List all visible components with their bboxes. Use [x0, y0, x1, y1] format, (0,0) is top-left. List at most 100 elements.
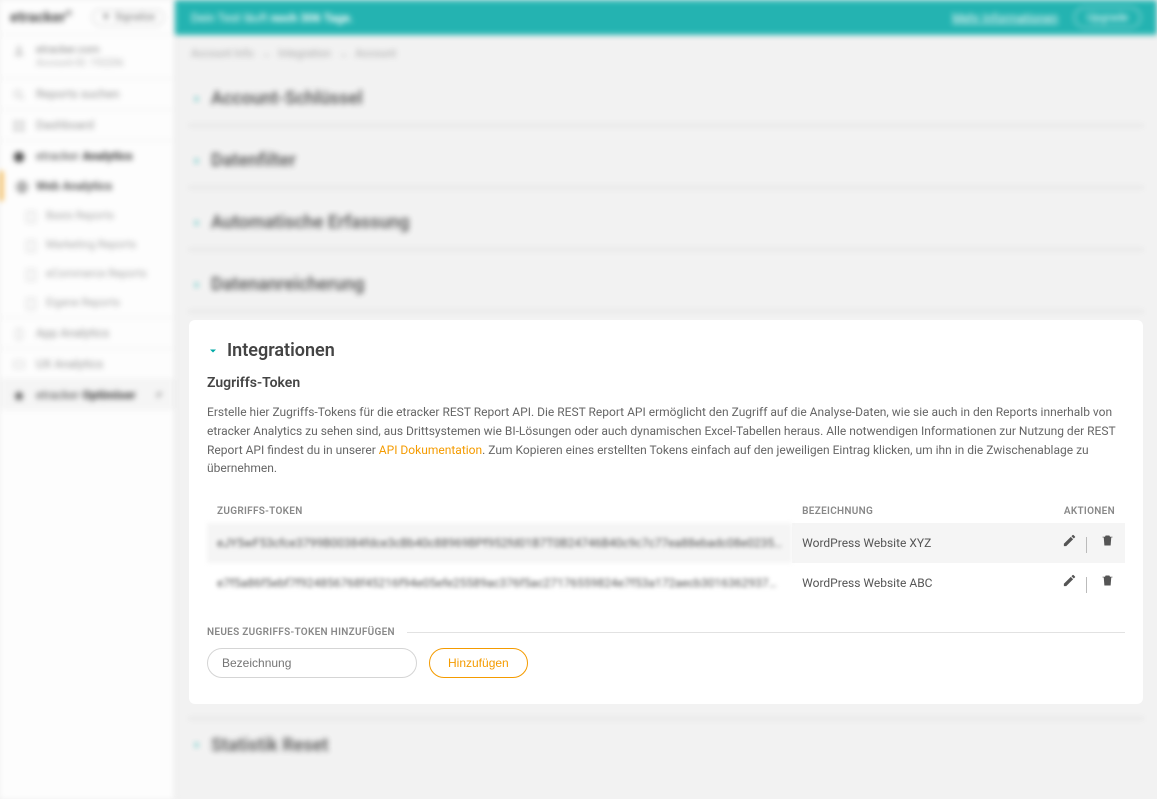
report-icon: [24, 239, 38, 253]
sidebar-label: UX Analytics: [36, 357, 103, 371]
signalize-label: Signalize: [115, 12, 155, 23]
pencil-icon: [1062, 533, 1077, 548]
delete-button[interactable]: [1100, 533, 1115, 548]
token-value[interactable]: eJY5wF53cfce3799B00384fdce3cBb40c88969BP…: [207, 523, 792, 563]
th-label: BEZEICHNUNG: [792, 500, 1035, 523]
sidebar-item-ux[interactable]: UX Analytics: [0, 348, 174, 379]
trash-icon: [1100, 533, 1115, 548]
pin-icon: [154, 390, 164, 400]
section-head-account-key[interactable]: Account-Schlüssel: [189, 72, 1143, 125]
add-button[interactable]: Hinzufügen: [429, 648, 528, 678]
search-placeholder: Reports suchen: [36, 87, 119, 101]
separator: [1086, 577, 1087, 593]
separator: [1086, 537, 1087, 553]
sidebar-label: Basis Reports: [46, 209, 114, 222]
sidebar-item-analytics[interactable]: etracker Analytics: [0, 140, 174, 171]
add-token-section: NEUES ZUGRIFFS-TOKEN HINZUFÜGEN Hinzufüg…: [207, 627, 1125, 678]
trash-icon: [1100, 573, 1115, 588]
table-row: eJY5wF53cfce3799B00384fdce3cBb40c88969BP…: [207, 523, 1125, 563]
sidebar-item-app[interactable]: App Analytics: [0, 317, 174, 348]
token-value[interactable]: e7f5a86f5ebf7f924856768f45216f94e05efe25…: [207, 563, 792, 603]
add-legend: NEUES ZUGRIFFS-TOKEN HINZUFÜGEN: [207, 627, 395, 638]
sidebar-item-web-analytics[interactable]: Web Analytics: [0, 171, 174, 201]
account-id: Account-ID: 192206: [36, 57, 164, 70]
search-icon: [12, 88, 26, 102]
search-block[interactable]: Reports suchen: [0, 78, 174, 109]
chevron-right-icon: [191, 93, 203, 105]
signalize-button[interactable]: Signalize: [92, 9, 164, 26]
brand-logo: etracker®: [10, 8, 72, 26]
subsection-title: Zugriffs-Token: [207, 375, 1125, 391]
section-title: Statistik Reset: [211, 735, 328, 756]
section-head-integrationen[interactable]: Integrationen: [207, 340, 1125, 375]
section-title: Datenanreicherung: [211, 274, 365, 295]
section-title: Account-Schlüssel: [211, 88, 363, 109]
section-head-reset[interactable]: Statistik Reset: [189, 719, 1143, 772]
sidebar-label: App Analytics: [36, 326, 109, 340]
section-title: Automatische Erfassung: [211, 212, 410, 233]
chevron-right-icon: [191, 279, 203, 291]
trial-text: Dein Test läuft noch 306 Tage.: [191, 11, 353, 25]
sidebar-item-ecommerce[interactable]: eCommerce Reports: [0, 259, 174, 288]
chevron-right-icon: [191, 155, 203, 167]
table-row: e7f5a86f5ebf7f924856768f45216f94e05efe25…: [207, 563, 1125, 603]
ux-icon: [12, 358, 26, 372]
section-head-auto[interactable]: Automatische Erfassung: [189, 196, 1143, 249]
mobile-icon: [12, 327, 26, 341]
dashboard-icon: [12, 119, 26, 133]
add-label-input[interactable]: [207, 648, 417, 678]
chevron-right-icon: [191, 217, 203, 229]
pencil-icon: [1062, 573, 1077, 588]
sidebar: etracker® Signalize etracker.com Account…: [0, 0, 175, 799]
sidebar-item-dashboard[interactable]: Dashboard: [0, 109, 174, 140]
signalize-icon: [101, 12, 111, 22]
optimiser-icon: [12, 389, 26, 403]
chevron-down-icon: [207, 345, 219, 357]
analytics-icon: [12, 150, 26, 164]
sidebar-item-marketing[interactable]: Marketing Reports: [0, 230, 174, 259]
section-reset: Statistik Reset: [189, 718, 1143, 772]
section-head-enrich[interactable]: Datenanreicherung: [189, 258, 1143, 311]
section-title: Datenfilter: [211, 150, 296, 171]
crumb-account[interactable]: Account: [355, 47, 396, 60]
upgrade-button[interactable]: Upgrade: [1074, 7, 1141, 28]
sidebar-label: Dashboard: [36, 118, 94, 132]
section-head-datafilter[interactable]: Datenfilter: [189, 134, 1143, 187]
section-integrationen: Integrationen Zugriffs-Token Erstelle hi…: [189, 320, 1143, 703]
section-enrich: Datenanreicherung: [189, 258, 1143, 312]
account-name: etracker.com: [36, 43, 164, 57]
sidebar-item-optimiser[interactable]: etracker Optimiser: [0, 379, 174, 410]
token-label: WordPress Website XYZ: [792, 523, 1035, 563]
api-doc-link[interactable]: API Dokumentation: [379, 443, 482, 457]
sidebar-label: Web Analytics: [36, 179, 112, 193]
edit-button[interactable]: [1062, 533, 1077, 548]
sidebar-label: Eigene Reports: [46, 296, 120, 309]
th-actions: AKTIONEN: [1035, 500, 1125, 523]
sidebar-label: Marketing Reports: [46, 238, 136, 251]
breadcrumb: Account Info → Integration → Account: [175, 35, 1157, 72]
description-text: Erstelle hier Zugriffs-Tokens für die et…: [207, 403, 1125, 477]
sidebar-label: eCommerce Reports: [46, 267, 147, 280]
token-table: ZUGRIFFS-TOKEN BEZEICHNUNG AKTIONEN eJY5…: [207, 500, 1125, 603]
section-title: Integrationen: [227, 340, 335, 361]
section-datafilter: Datenfilter: [189, 134, 1143, 188]
more-info-link[interactable]: Mehr Informationen: [952, 11, 1058, 25]
delete-button[interactable]: [1100, 573, 1115, 588]
globe-icon: [15, 180, 29, 194]
th-token: ZUGRIFFS-TOKEN: [207, 500, 792, 523]
account-block[interactable]: etracker.com Account-ID: 192206: [0, 35, 174, 78]
report-icon: [24, 297, 38, 311]
sidebar-item-eigene[interactable]: Eigene Reports: [0, 288, 174, 317]
section-auto: Automatische Erfassung: [189, 196, 1143, 250]
section-account-key: Account-Schlüssel: [189, 72, 1143, 126]
topbar: Dein Test läuft noch 306 Tage. Mehr Info…: [175, 0, 1157, 35]
token-label: WordPress Website ABC: [792, 563, 1035, 603]
chevron-right-icon: [191, 739, 203, 751]
report-icon: [24, 210, 38, 224]
crumb-integration[interactable]: Integration: [278, 47, 331, 60]
user-icon: [12, 44, 26, 58]
sidebar-item-basis[interactable]: Basis Reports: [0, 201, 174, 230]
report-icon: [24, 268, 38, 282]
edit-button[interactable]: [1062, 573, 1077, 588]
crumb-account-info[interactable]: Account Info: [191, 47, 254, 60]
